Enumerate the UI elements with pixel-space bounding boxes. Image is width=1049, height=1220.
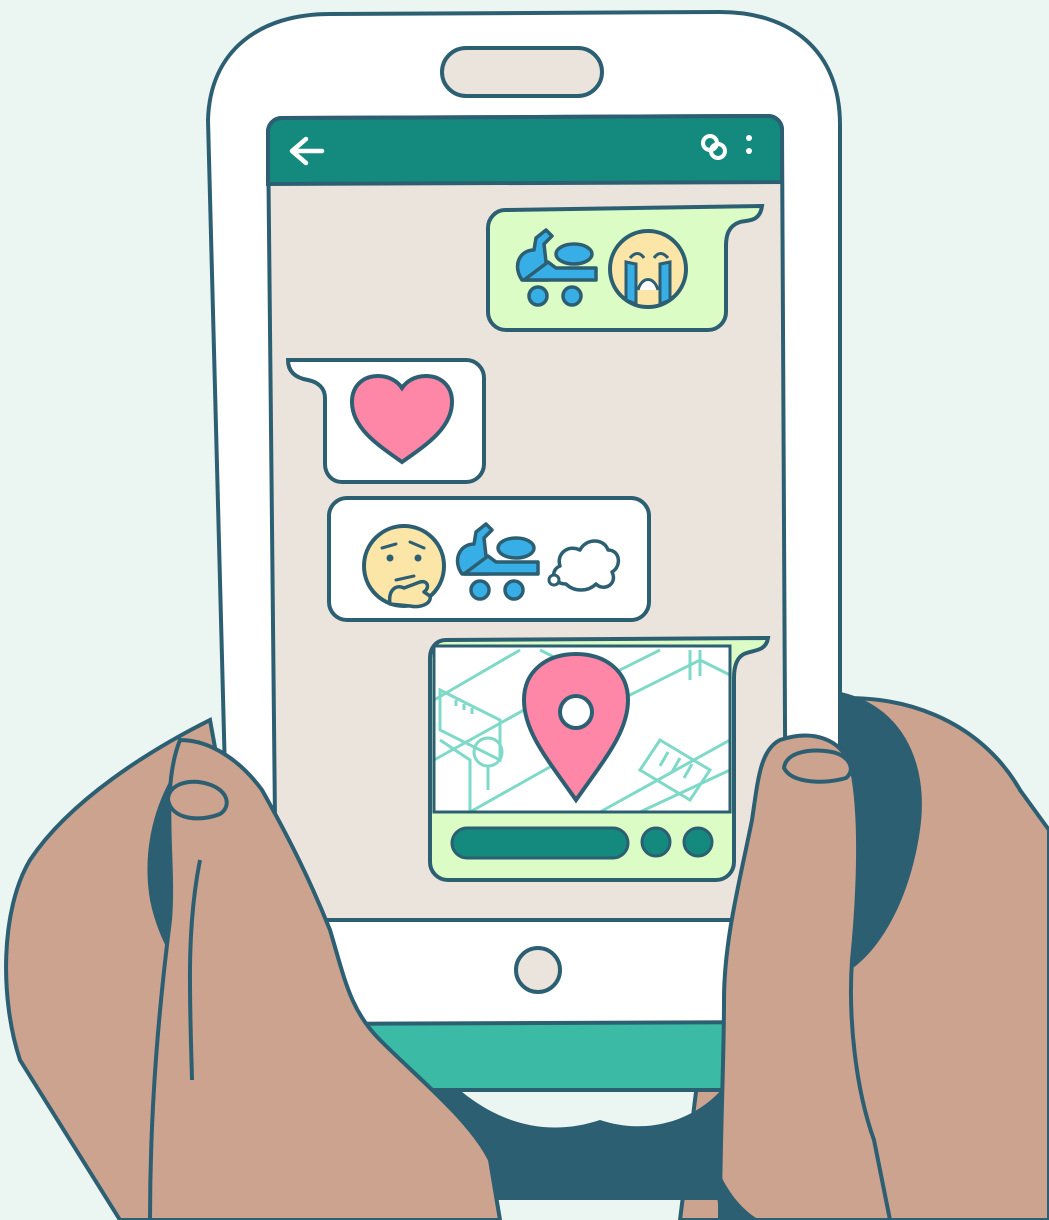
crying-face-icon: [608, 229, 688, 309]
location-progress-bar: [450, 826, 630, 860]
home-button-icon[interactable]: [514, 946, 562, 994]
location-dot: [682, 826, 714, 858]
map-location-pin[interactable]: [432, 644, 732, 814]
phone-speaker: [440, 46, 604, 98]
thinking-face-icon: [362, 524, 446, 609]
left-thumbnail: [165, 779, 229, 821]
location-dot: [640, 826, 672, 858]
right-thumbnail: [781, 748, 853, 784]
phone-chat-illustration: [4, 9, 1049, 1220]
